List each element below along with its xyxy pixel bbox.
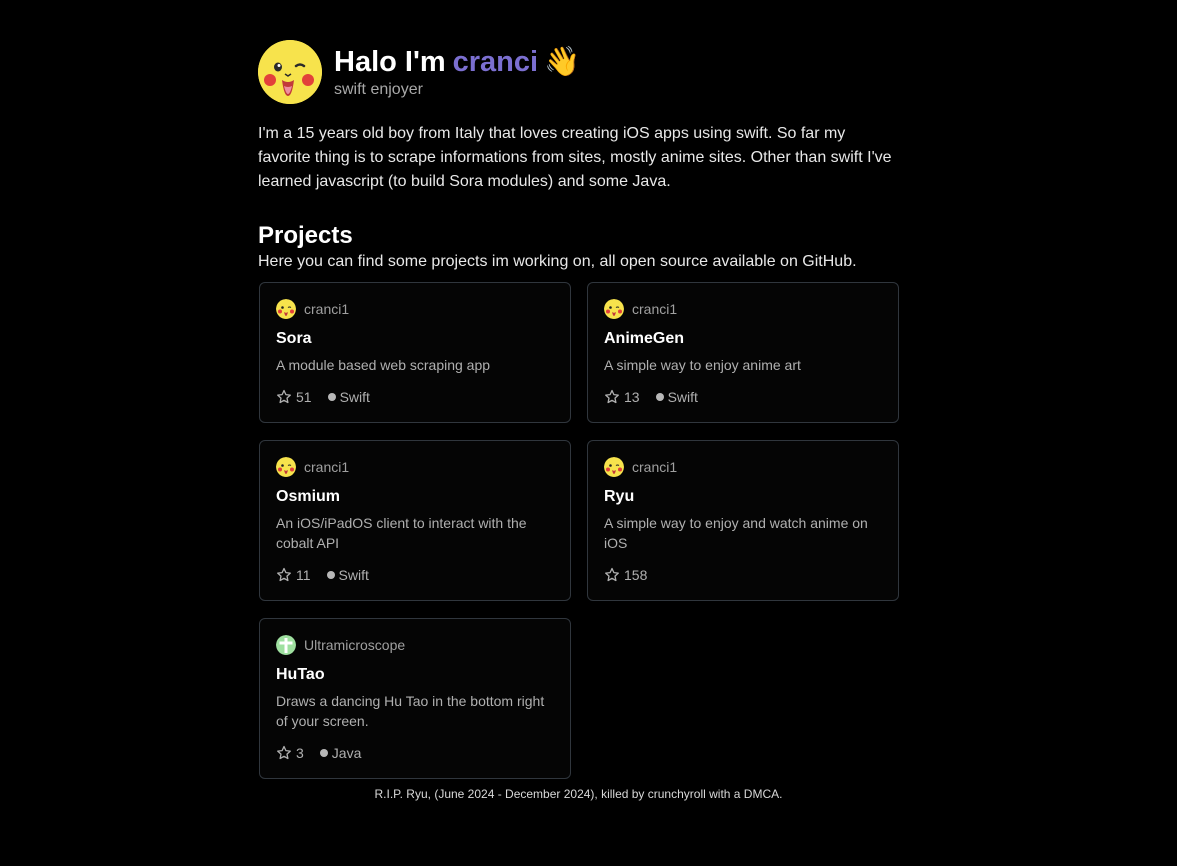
owner-avatar-icon bbox=[276, 299, 296, 319]
repo-meta: 3 Java bbox=[276, 743, 554, 763]
footer-note: R.I.P. Ryu, (June 2024 - December 2024),… bbox=[374, 787, 783, 801]
repo-meta: 13 Swift bbox=[604, 387, 882, 407]
star-count: 13 bbox=[624, 389, 640, 405]
waving-hand-icon: 👋 bbox=[544, 46, 581, 78]
card-owner: cranci1 bbox=[604, 457, 882, 477]
owner-name[interactable]: cranci1 bbox=[632, 459, 677, 475]
project-card-osmium[interactable]: cranci1 Osmium An iOS/iPadOS client to i… bbox=[259, 440, 571, 601]
project-card-hutao[interactable]: Ultramicroscope HuTao Draws a dancing Hu… bbox=[259, 618, 571, 779]
owner-name[interactable]: cranci1 bbox=[304, 301, 349, 317]
greeting-text: Halo I'm bbox=[334, 46, 446, 78]
star-icon bbox=[277, 389, 291, 404]
pikachu-avatar bbox=[258, 40, 322, 104]
language-label: Swift bbox=[339, 389, 370, 405]
star-icon bbox=[605, 567, 619, 582]
owner-name[interactable]: cranci1 bbox=[632, 301, 677, 317]
projects-heading: Projects bbox=[258, 222, 353, 249]
projects-grid: cranci1 Sora A module based web scraping… bbox=[258, 282, 900, 780]
language-dot bbox=[319, 749, 328, 757]
project-card-sora[interactable]: cranci1 Sora A module based web scraping… bbox=[259, 282, 571, 423]
card-owner: cranci1 bbox=[604, 299, 882, 319]
bio-paragraph: I'm a 15 years old boy from Italy that l… bbox=[258, 125, 892, 190]
star-count: 3 bbox=[296, 745, 304, 761]
projects-description: Here you can find some projects im worki… bbox=[258, 253, 857, 270]
profile-header: Halo I'm cranci 👋 swift enjoyer bbox=[258, 40, 900, 104]
owner-name[interactable]: Ultramicroscope bbox=[304, 637, 405, 653]
owner-avatar-icon bbox=[276, 457, 296, 477]
language-dot bbox=[326, 571, 335, 579]
profile-container: Halo I'm cranci 👋 swift enjoyer I'm a 15… bbox=[258, 40, 900, 780]
repo-meta: 11 Swift bbox=[276, 565, 554, 585]
owner-avatar-icon bbox=[276, 635, 296, 655]
language-label: Swift bbox=[667, 389, 698, 405]
repo-description: A simple way to enjoy anime art bbox=[604, 357, 801, 373]
language-label: Swift bbox=[338, 567, 369, 583]
star-count: 11 bbox=[296, 567, 311, 583]
page-title: Halo I'm cranci 👋 bbox=[334, 44, 580, 80]
owner-avatar-icon bbox=[604, 457, 624, 477]
project-card-animegen[interactable]: cranci1 AnimeGen A simple way to enjoy a… bbox=[587, 282, 899, 423]
star-icon bbox=[277, 567, 291, 582]
user-name: cranci bbox=[452, 46, 539, 78]
project-card-ryu[interactable]: cranci1 Ryu A simple way to enjoy and wa… bbox=[587, 440, 899, 601]
repo-meta: 158 bbox=[604, 565, 882, 585]
repo-name[interactable]: AnimeGen bbox=[604, 329, 882, 349]
repo-name[interactable]: HuTao bbox=[276, 665, 554, 685]
card-owner: Ultramicroscope bbox=[276, 635, 554, 655]
header-text: Halo I'm cranci 👋 swift enjoyer bbox=[334, 44, 580, 100]
repo-name[interactable]: Ryu bbox=[604, 487, 882, 507]
repo-meta: 51 Swift bbox=[276, 387, 554, 407]
repo-description: Draws a dancing Hu Tao in the bottom rig… bbox=[276, 693, 545, 729]
star-count: 158 bbox=[624, 567, 648, 583]
repo-name[interactable]: Sora bbox=[276, 329, 554, 349]
repo-name[interactable]: Osmium bbox=[276, 487, 554, 507]
star-icon bbox=[605, 389, 619, 404]
language-dot bbox=[655, 393, 664, 401]
repo-description: A module based web scraping app bbox=[276, 357, 491, 373]
card-owner: cranci1 bbox=[276, 457, 554, 477]
card-owner: cranci1 bbox=[276, 299, 554, 319]
page-subtitle: swift enjoyer bbox=[334, 81, 423, 98]
owner-name[interactable]: cranci1 bbox=[304, 459, 349, 475]
language-label: Java bbox=[331, 745, 362, 761]
owner-avatar-icon bbox=[604, 299, 624, 319]
repo-description: A simple way to enjoy and watch anime on… bbox=[604, 515, 868, 551]
language-dot bbox=[327, 393, 336, 401]
repo-description: An iOS/iPadOS client to interact with th… bbox=[276, 515, 527, 551]
star-icon bbox=[277, 745, 291, 760]
star-count: 51 bbox=[296, 389, 312, 405]
